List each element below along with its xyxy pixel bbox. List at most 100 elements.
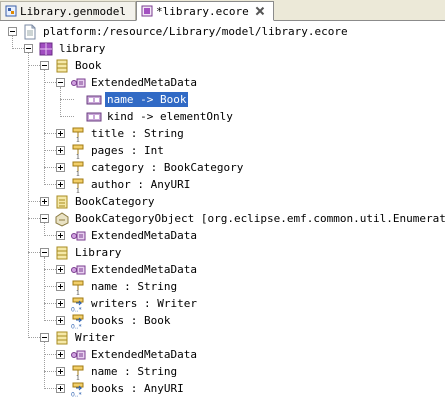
edatatype-icon xyxy=(54,211,70,227)
tree-node-label: BookCategory xyxy=(75,195,155,208)
tree-node[interactable]: pages : Int xyxy=(70,142,166,159)
tree-node[interactable]: library xyxy=(38,40,107,57)
tree-node[interactable]: ExtendedMetaData xyxy=(70,346,199,363)
eattribute-icon xyxy=(70,143,86,159)
eattribute-icon xyxy=(70,364,86,380)
tree-node[interactable]: books : AnyURI xyxy=(70,380,186,397)
tree-node-label: books : AnyURI xyxy=(91,382,184,395)
eclass-icon xyxy=(54,330,70,346)
collapse-toggle[interactable] xyxy=(40,333,49,342)
close-icon[interactable] xyxy=(255,6,265,16)
genmodel-file-icon xyxy=(5,5,17,17)
tree-node-label: ExtendedMetaData xyxy=(91,348,197,361)
tree-node[interactable]: books : Book xyxy=(70,312,172,329)
tree-node[interactable]: name -> Book xyxy=(86,91,190,108)
collapse-toggle[interactable] xyxy=(40,248,49,257)
collapse-toggle[interactable] xyxy=(56,78,65,87)
tree-node[interactable]: ExtendedMetaData xyxy=(70,74,199,91)
tree-node-label: writers : Writer xyxy=(91,297,197,310)
expand-toggle[interactable] xyxy=(56,163,65,172)
tree-node[interactable]: author : AnyURI xyxy=(70,176,192,193)
tree-node-label: ExtendedMetaData xyxy=(91,76,197,89)
tree-connector xyxy=(60,99,74,100)
editor-tab-bar: Library.genmodel *library.ecore xyxy=(0,0,445,21)
tree-guide-line xyxy=(60,87,61,117)
tree-node[interactable]: name : String xyxy=(70,363,179,380)
expand-toggle[interactable] xyxy=(56,146,65,155)
tab-library-ecore[interactable]: *library.ecore xyxy=(136,1,274,21)
tree-node-label: name -> Book xyxy=(103,91,190,108)
tree-node-label: name : String xyxy=(91,365,178,378)
tree-node[interactable]: platform:/resource/Library/model/library… xyxy=(22,23,350,40)
expand-toggle[interactable] xyxy=(56,299,65,308)
tree-node-label: pages : Int xyxy=(91,144,164,157)
expand-toggle[interactable] xyxy=(56,316,65,325)
tree-node-label: category : BookCategory xyxy=(91,161,244,174)
tree-node-label: platform:/resource/Library/model/library… xyxy=(43,25,348,38)
ecore-tree-view: 1 0..* platform:/resource/Library/model/… xyxy=(0,21,445,400)
expand-toggle[interactable] xyxy=(56,282,65,291)
ereference-icon xyxy=(70,313,86,329)
tree-node[interactable]: ExtendedMetaData xyxy=(70,261,199,278)
tree-node-label: Writer xyxy=(75,331,115,344)
tree-node-label: kind -> elementOnly xyxy=(107,110,233,123)
tree-node[interactable]: name : String xyxy=(70,278,179,295)
eattribute-icon xyxy=(70,126,86,142)
tree-guide-line xyxy=(28,53,29,338)
details-entry-icon xyxy=(86,109,102,125)
tab-label: Library.genmodel xyxy=(20,4,126,18)
expand-toggle[interactable] xyxy=(56,180,65,189)
expand-toggle[interactable] xyxy=(56,231,65,240)
tab-library-genmodel[interactable]: Library.genmodel xyxy=(0,1,136,20)
tree-node-label: BookCategoryObject [org.eclipse.emf.comm… xyxy=(75,212,445,225)
expand-toggle[interactable] xyxy=(56,350,65,359)
tree-node[interactable]: Book xyxy=(54,57,104,74)
expand-toggle[interactable] xyxy=(56,367,65,376)
tree-node-label: ExtendedMetaData xyxy=(91,229,197,242)
tree-node[interactable]: Library xyxy=(54,244,123,261)
tree-node-label: title : String xyxy=(91,127,184,140)
tab-label: *library.ecore xyxy=(156,4,249,18)
tree-node[interactable]: kind -> elementOnly xyxy=(86,108,235,125)
tree-node-label: name : String xyxy=(91,280,178,293)
eattribute-icon xyxy=(70,279,86,295)
eenum-icon xyxy=(54,194,70,210)
tree-node-label: Library xyxy=(75,246,122,259)
tree-node-label: books : Book xyxy=(91,314,171,327)
tree-node-label: ExtendedMetaData xyxy=(91,263,197,276)
resource-file-icon xyxy=(22,24,38,40)
expand-toggle[interactable] xyxy=(56,384,65,393)
tree-node[interactable]: BookCategory xyxy=(54,193,156,210)
collapse-toggle[interactable] xyxy=(40,61,49,70)
tree-connector xyxy=(60,116,74,117)
eannotation-icon xyxy=(70,262,86,278)
tree-node[interactable]: category : BookCategory xyxy=(70,159,245,176)
eattribute-icon xyxy=(70,177,86,193)
tree-node-label: author : AnyURI xyxy=(91,178,191,191)
tree-node[interactable]: writers : Writer xyxy=(70,295,199,312)
epackage-icon xyxy=(38,41,54,57)
expand-toggle[interactable] xyxy=(56,129,65,138)
tree-guide-line xyxy=(44,257,45,321)
eclass-icon xyxy=(54,58,70,74)
tree-node-label: Book xyxy=(75,59,102,72)
eattribute-icon xyxy=(70,160,86,176)
tree-node[interactable]: title : String xyxy=(70,125,186,142)
tree-guide-line xyxy=(44,342,45,389)
collapse-toggle[interactable] xyxy=(40,214,49,223)
collapse-toggle[interactable] xyxy=(24,44,33,53)
tree-node[interactable]: BookCategoryObject [org.eclipse.emf.comm… xyxy=(54,210,445,227)
expand-toggle[interactable] xyxy=(40,197,49,206)
details-entry-icon xyxy=(86,92,102,108)
ereference-icon xyxy=(70,296,86,312)
expand-toggle[interactable] xyxy=(56,265,65,274)
ecore-file-icon xyxy=(141,5,153,17)
eannotation-icon xyxy=(70,228,86,244)
collapse-toggle[interactable] xyxy=(8,27,17,36)
tree-node[interactable]: Writer xyxy=(54,329,117,346)
tree-node-label: library xyxy=(59,42,106,55)
tree-node[interactable]: ExtendedMetaData xyxy=(70,227,199,244)
eannotation-icon xyxy=(70,347,86,363)
ereference-icon xyxy=(70,381,86,397)
eannotation-icon xyxy=(70,75,86,91)
